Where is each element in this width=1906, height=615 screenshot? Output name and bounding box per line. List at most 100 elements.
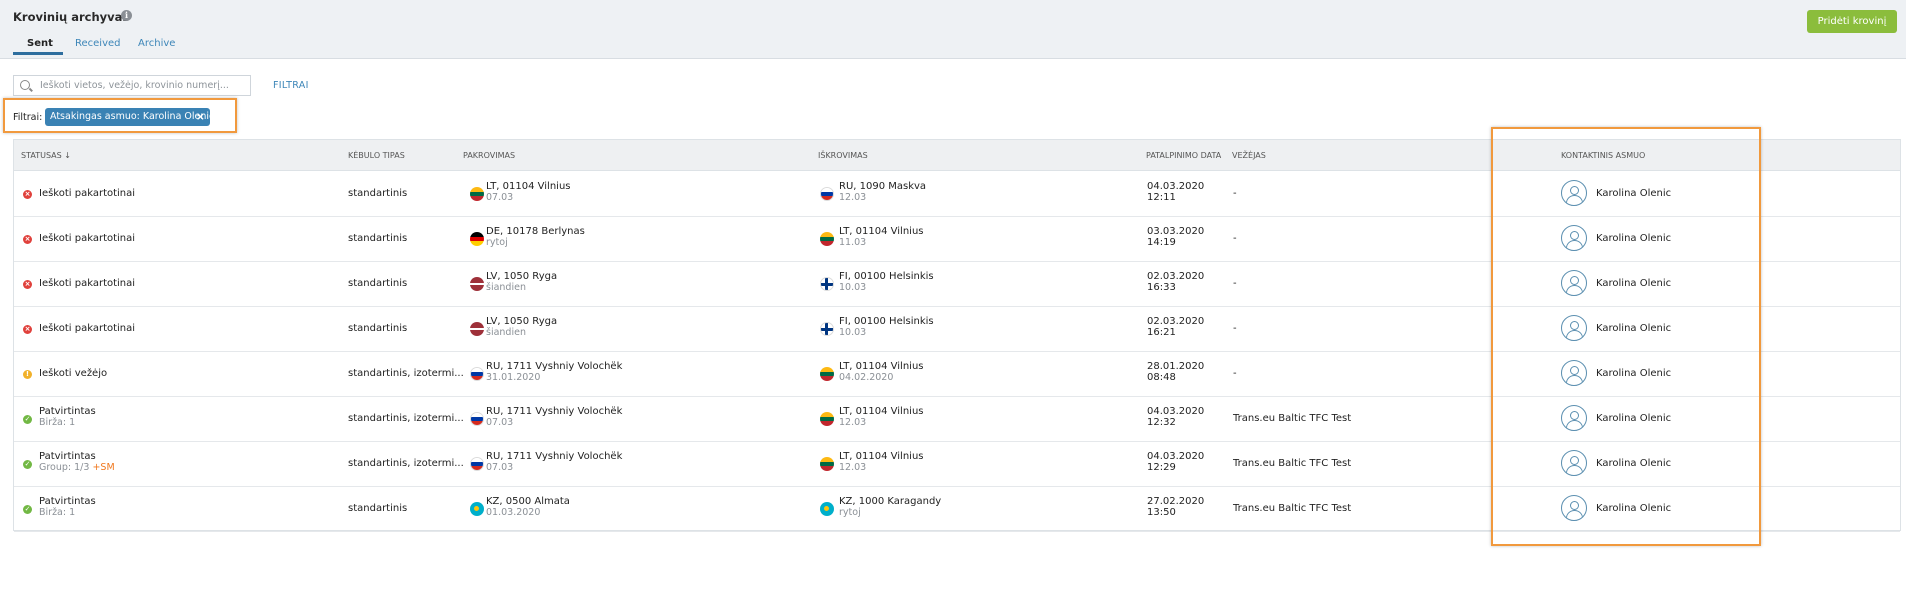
unloading-place: LT, 01104 Vilnius: [839, 451, 924, 462]
ru-flag-icon: [470, 457, 484, 471]
body-type: standartinis, izotermi...: [348, 458, 464, 469]
unloading-date: 12.03: [839, 192, 867, 203]
status-green-icon: ✓: [23, 505, 32, 514]
de-flag-icon: [470, 232, 484, 246]
unloading-date: 10.03: [839, 327, 867, 338]
status-red-icon: ×: [23, 235, 32, 244]
carrier: Trans.eu Baltic TFC Test: [1233, 458, 1352, 469]
status-sub: Birža: 1: [39, 507, 96, 518]
posted-date: 03.03.2020: [1147, 226, 1205, 237]
search-input[interactable]: Ieškoti vietos, vežėjo, krovinio numerį.…: [13, 75, 251, 96]
body-type: standartinis: [348, 233, 408, 244]
loading-place: RU, 1711 Vyshniy Volochëk: [486, 451, 623, 462]
page-header: Krovinių archyvas i Sent Received Archiv…: [0, 0, 1906, 59]
lt-flag-icon: [470, 187, 484, 201]
status-sub-text: Birža: 1: [39, 507, 76, 518]
filters-link[interactable]: FILTRAI: [273, 80, 309, 91]
column-loading: PAKROVIMAS: [463, 151, 516, 160]
carrier: -: [1233, 368, 1237, 379]
loading-place: RU, 1711 Vyshniy Volochëk: [486, 361, 623, 372]
status-text: Ieškoti pakartotinai: [39, 233, 136, 244]
unloading-date: 12.03: [839, 417, 867, 428]
posted-time: 16:21: [1147, 327, 1176, 338]
loading-place: RU, 1711 Vyshniy Volochëk: [486, 406, 623, 417]
page-title: Krovinių archyvas: [13, 10, 130, 24]
filters-label: Filtrai:: [13, 112, 43, 123]
status-green-icon: ✓: [23, 415, 32, 424]
status-text: Ieškoti vežėjo: [39, 368, 108, 379]
status-sub-extra: +SM: [92, 462, 115, 473]
unloading-place: KZ, 1000 Karagandy: [839, 496, 942, 507]
search-placeholder: Ieškoti vietos, vežėjo, krovinio numerį.…: [40, 80, 229, 91]
status-sub: Birža: 1: [39, 417, 96, 428]
ru-flag-icon: [820, 187, 834, 201]
loading-date: rytoj: [486, 237, 508, 248]
posted-date: 04.03.2020: [1147, 181, 1205, 192]
posted-date: 04.03.2020: [1147, 451, 1205, 462]
search-icon: [20, 80, 30, 90]
lv-flag-icon: [470, 277, 484, 291]
ru-flag-icon: [470, 412, 484, 426]
status-text: Patvirtintas: [39, 496, 96, 507]
loading-date: 07.03: [486, 417, 514, 428]
body-type: standartinis: [348, 278, 408, 289]
column-posted-date: PATALPINIMO DATA: [1146, 151, 1222, 160]
unloading-date: 04.02.2020: [839, 372, 894, 383]
posted-time: 14:19: [1147, 237, 1176, 248]
loading-date: šiandien: [486, 282, 526, 293]
add-cargo-button[interactable]: Pridėti krovinį: [1807, 10, 1897, 33]
carrier: Trans.eu Baltic TFC Test: [1233, 503, 1352, 514]
loading-place: KZ, 0500 Almata: [486, 496, 570, 507]
status-red-icon: ×: [23, 280, 32, 289]
carrier: -: [1233, 323, 1237, 334]
fi-flag-icon: [820, 322, 834, 336]
carrier: -: [1233, 233, 1237, 244]
posted-time: 12:32: [1147, 417, 1176, 428]
posted-time: 08:48: [1147, 372, 1176, 383]
kz-flag-icon: [470, 502, 484, 516]
body-type: standartinis: [348, 323, 408, 334]
loading-place: LV, 1050 Ryga: [486, 316, 558, 327]
status-yellow-icon: !: [23, 370, 32, 379]
kz-flag-icon: [820, 502, 834, 516]
loading-date: šiandien: [486, 327, 526, 338]
filter-chip-label: Atsakingas asmuo: Karolina Olenic: [50, 111, 215, 122]
status-red-icon: ×: [23, 325, 32, 334]
loading-date: 01.03.2020: [486, 507, 541, 518]
filter-chip[interactable]: Atsakingas asmuo: Karolina Olenic ×: [45, 108, 214, 126]
posted-date: 02.03.2020: [1147, 271, 1205, 282]
tab-sent[interactable]: Sent: [27, 38, 53, 49]
status-text: Ieškoti pakartotinai: [39, 278, 136, 289]
unloading-place: LT, 01104 Vilnius: [839, 406, 924, 417]
contact-column-highlight: [1491, 127, 1761, 546]
remove-filter-icon[interactable]: ×: [196, 108, 205, 126]
tab-archive[interactable]: Archive: [138, 38, 175, 49]
posted-time: 16:33: [1147, 282, 1176, 293]
loading-place: LV, 1050 Ryga: [486, 271, 558, 282]
status-text: Patvirtintas: [39, 406, 96, 417]
info-icon[interactable]: i: [121, 10, 132, 21]
posted-date: 27.02.2020: [1147, 496, 1205, 507]
lt-flag-icon: [820, 367, 834, 381]
posted-date: 04.03.2020: [1147, 406, 1205, 417]
unloading-place: FI, 00100 Helsinkis: [839, 316, 934, 327]
body-type: standartinis: [348, 188, 408, 199]
posted-time: 12:11: [1147, 192, 1176, 203]
carrier: -: [1233, 278, 1237, 289]
status-text: Ieškoti pakartotinai: [39, 323, 136, 334]
column-status[interactable]: STATUSAS ↓: [21, 151, 71, 160]
loading-date: 31.01.2020: [486, 372, 541, 383]
tab-received[interactable]: Received: [75, 38, 121, 49]
unloading-date: rytoj: [839, 507, 861, 518]
column-body-type: KĖBULO TIPAS: [348, 151, 405, 160]
body-type: standartinis, izotermi...: [348, 413, 464, 424]
lt-flag-icon: [820, 232, 834, 246]
body-type: standartinis, izotermi...: [348, 368, 464, 379]
status-sub-text: Birža: 1: [39, 417, 76, 428]
unloading-date: 10.03: [839, 282, 867, 293]
unloading-place: LT, 01104 Vilnius: [839, 361, 924, 372]
status-red-icon: ×: [23, 190, 32, 199]
loading-place: DE, 10178 Berlynas: [486, 226, 585, 237]
unloading-date: 12.03: [839, 462, 867, 473]
status-text: Patvirtintas: [39, 451, 96, 462]
